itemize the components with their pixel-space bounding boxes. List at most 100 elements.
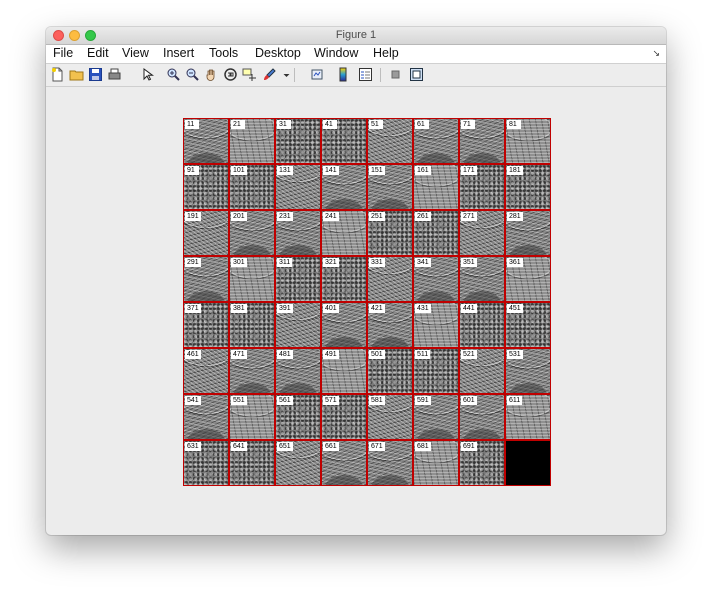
tile-index-label: 591 — [415, 396, 431, 405]
rotate-3d-icon[interactable] — [223, 67, 238, 82]
window-title: Figure 1 — [335, 29, 377, 41]
tile-index-label: 301 — [231, 258, 247, 267]
menu-bar: File Edit View Insert Tools Desktop Wind… — [46, 45, 666, 64]
image-tile: 451 — [506, 303, 550, 347]
image-tile: 251 — [368, 211, 412, 255]
show-plot-tools-icon[interactable] — [409, 67, 424, 82]
tile-index-label: 561 — [277, 396, 293, 405]
image-tile: 401 — [322, 303, 366, 347]
image-tile: 611 — [506, 395, 550, 439]
tile-index-label: 341 — [415, 258, 431, 267]
image-tile: 521 — [460, 349, 504, 393]
link-plot-icon[interactable] — [310, 67, 325, 82]
tile-index-label: 421 — [369, 304, 385, 313]
image-tile: 391 — [276, 303, 320, 347]
image-tile: 461 — [184, 349, 228, 393]
hide-plot-tools-icon[interactable] — [388, 67, 403, 82]
tile-index-label: 261 — [415, 212, 431, 221]
image-tile: 61 — [414, 119, 458, 163]
tile-index-label: 431 — [415, 304, 431, 313]
zoom-out-icon[interactable] — [185, 67, 200, 82]
tile-index-label: 241 — [323, 212, 339, 221]
tile-index-label: 151 — [369, 166, 385, 175]
image-tile: 491 — [322, 349, 366, 393]
tile-index-label: 481 — [277, 350, 293, 359]
tile-index-label: 161 — [415, 166, 431, 175]
image-tile: 321 — [322, 257, 366, 301]
open-folder-icon[interactable] — [69, 67, 84, 82]
tile-index-label: 461 — [185, 350, 201, 359]
title-bar[interactable]: Figure 1 — [46, 27, 666, 45]
pointer-arrow-icon[interactable] — [140, 67, 155, 82]
brush-icon[interactable] — [262, 67, 277, 82]
image-tile: 431 — [414, 303, 458, 347]
pan-hand-icon[interactable] — [204, 67, 219, 82]
image-tile: 551 — [230, 395, 274, 439]
menu-help[interactable]: Help — [373, 46, 399, 60]
tile-index-label: 361 — [507, 258, 523, 267]
image-tile: 151 — [368, 165, 412, 209]
tile-index-label: 631 — [185, 442, 201, 451]
image-tile: 31 — [276, 119, 320, 163]
tile-index-label: 611 — [507, 396, 523, 405]
menu-tools[interactable]: Tools — [209, 46, 238, 60]
tile-index-label: 41 — [323, 120, 337, 129]
tile-index-label: 551 — [231, 396, 247, 405]
image-tile: 141 — [322, 165, 366, 209]
menu-window[interactable]: Window — [314, 46, 358, 60]
image-tile: 571 — [322, 395, 366, 439]
menubar-overflow-arrow-icon[interactable]: ↘ — [652, 48, 660, 59]
figure-toolbar — [46, 64, 666, 87]
menu-insert[interactable]: Insert — [163, 46, 194, 60]
image-tile: 441 — [460, 303, 504, 347]
image-tile: 471 — [230, 349, 274, 393]
image-tile: 291 — [184, 257, 228, 301]
image-tile: 361 — [506, 257, 550, 301]
image-tile: 351 — [460, 257, 504, 301]
tile-index-label: 511 — [415, 350, 431, 359]
tile-index-label: 391 — [277, 304, 293, 313]
tile-index-label: 311 — [277, 258, 293, 267]
image-tile: 601 — [460, 395, 504, 439]
image-tile: 581 — [368, 395, 412, 439]
image-tile: 641 — [230, 441, 274, 485]
image-tile: 41 — [322, 119, 366, 163]
tile-index-label: 531 — [507, 350, 523, 359]
zoom-in-icon[interactable] — [166, 67, 181, 82]
image-tile: 301 — [230, 257, 274, 301]
image-tile: 241 — [322, 211, 366, 255]
tile-index-label: 501 — [369, 350, 385, 359]
menu-view[interactable]: View — [122, 46, 149, 60]
tile-index-label: 31 — [277, 120, 291, 129]
tile-index-label: 71 — [461, 120, 475, 129]
print-icon[interactable] — [107, 67, 122, 82]
image-tile: 51 — [368, 119, 412, 163]
colorbar-icon[interactable] — [336, 67, 351, 82]
image-tile: 371 — [184, 303, 228, 347]
dropdown-arrow-icon[interactable] — [279, 67, 290, 82]
legend-icon[interactable] — [358, 67, 373, 82]
tile-index-label: 141 — [323, 166, 339, 175]
tile-index-label: 691 — [461, 442, 477, 451]
montage-axes[interactable]: 11 21 31 41 51 61 71 81 91 101 131 141 151 161 171 181 1… — [183, 118, 551, 486]
tile-index-label: 281 — [507, 212, 523, 221]
image-tile: 81 — [506, 119, 550, 163]
tile-index-label: 651 — [277, 442, 293, 451]
new-file-icon[interactable] — [50, 67, 65, 82]
image-tile: 91 — [184, 165, 228, 209]
menu-desktop[interactable]: Desktop — [255, 46, 301, 60]
data-cursor-icon[interactable] — [242, 67, 257, 82]
tile-index-label: 351 — [461, 258, 477, 267]
image-tile: 281 — [506, 211, 550, 255]
image-tile: 561 — [276, 395, 320, 439]
tile-index-label: 251 — [369, 212, 385, 221]
tile-index-label: 61 — [415, 120, 429, 129]
tile-index-label: 131 — [277, 166, 293, 175]
image-tile: 651 — [276, 441, 320, 485]
save-icon[interactable] — [88, 67, 103, 82]
tile-index-label: 451 — [507, 304, 523, 313]
menu-file[interactable]: File — [53, 46, 73, 60]
image-tile: 181 — [506, 165, 550, 209]
tile-index-label: 91 — [185, 166, 199, 175]
menu-edit[interactable]: Edit — [87, 46, 109, 60]
